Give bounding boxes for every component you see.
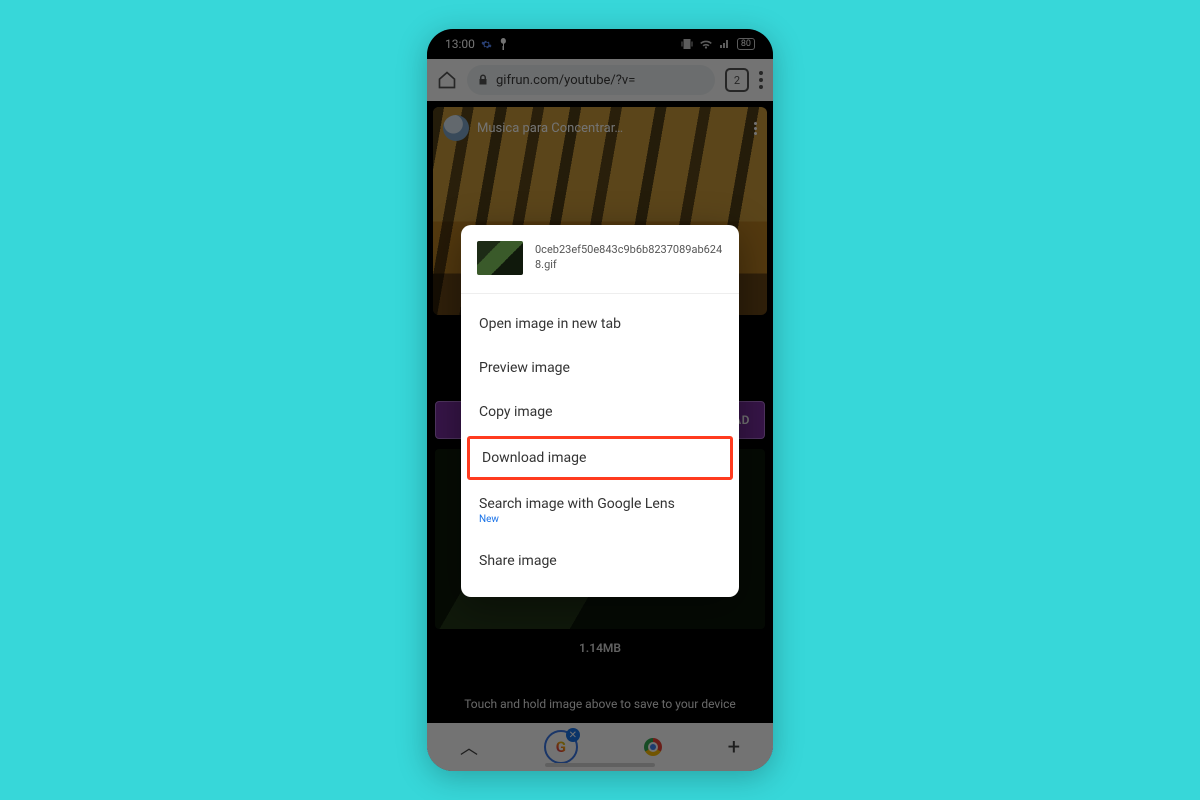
menu-preview-image[interactable]: Preview image xyxy=(461,346,739,390)
context-thumbnail xyxy=(477,241,523,275)
status-bar: 13:00 80 xyxy=(427,29,773,59)
overflow-menu-icon[interactable] xyxy=(759,71,763,89)
signal-icon xyxy=(719,38,731,50)
file-size-label: 1.14MB xyxy=(427,641,773,655)
home-handle[interactable] xyxy=(545,763,655,767)
chrome-icon[interactable] xyxy=(644,738,662,756)
tab-switcher[interactable]: 2 xyxy=(725,68,749,92)
plus-icon[interactable]: + xyxy=(728,735,740,760)
channel-avatar xyxy=(443,115,469,141)
close-badge-icon[interactable]: ✕ xyxy=(566,728,580,742)
lock-icon xyxy=(477,74,489,86)
stage: 13:00 80 gifrun.com/youtube/?v= 2 xyxy=(0,0,1200,800)
google-app-icon[interactable]: G✕ xyxy=(544,730,578,764)
menu-open-new-tab[interactable]: Open image in new tab xyxy=(461,302,739,346)
phone-frame: 13:00 80 gifrun.com/youtube/?v= 2 xyxy=(427,29,773,771)
menu-search-lens[interactable]: Search image with Google Lens New xyxy=(461,482,739,539)
browser-toolbar: gifrun.com/youtube/?v= 2 xyxy=(427,59,773,101)
video-menu-icon[interactable] xyxy=(754,122,757,135)
menu-download-image[interactable]: Download image xyxy=(467,436,733,480)
touch-hint: Touch and hold image above to save to yo… xyxy=(427,697,773,711)
wifi-icon xyxy=(699,38,713,50)
menu-copy-image[interactable]: Copy image xyxy=(461,390,739,434)
url-text: gifrun.com/youtube/?v= xyxy=(496,73,635,88)
vibrate-icon xyxy=(681,38,693,50)
gear-icon xyxy=(481,39,492,50)
image-context-menu: 0ceb23ef50e843c9b6b8237089ab6248.gif Ope… xyxy=(461,225,739,597)
menu-share-image[interactable]: Share image xyxy=(461,539,739,583)
status-time: 13:00 xyxy=(445,37,475,51)
context-filename: 0ceb23ef50e843c9b6b8237089ab6248.gif xyxy=(535,243,723,273)
key-icon xyxy=(498,38,508,50)
address-bar[interactable]: gifrun.com/youtube/?v= xyxy=(467,65,715,95)
new-badge: New xyxy=(479,514,721,525)
home-icon[interactable] xyxy=(437,70,457,90)
context-menu-header: 0ceb23ef50e843c9b6b8237089ab6248.gif xyxy=(461,225,739,294)
chevron-up-icon[interactable]: ︿ xyxy=(460,734,478,760)
battery-badge: 80 xyxy=(737,38,755,50)
video-title: Musica para Concentrar… xyxy=(477,121,623,136)
